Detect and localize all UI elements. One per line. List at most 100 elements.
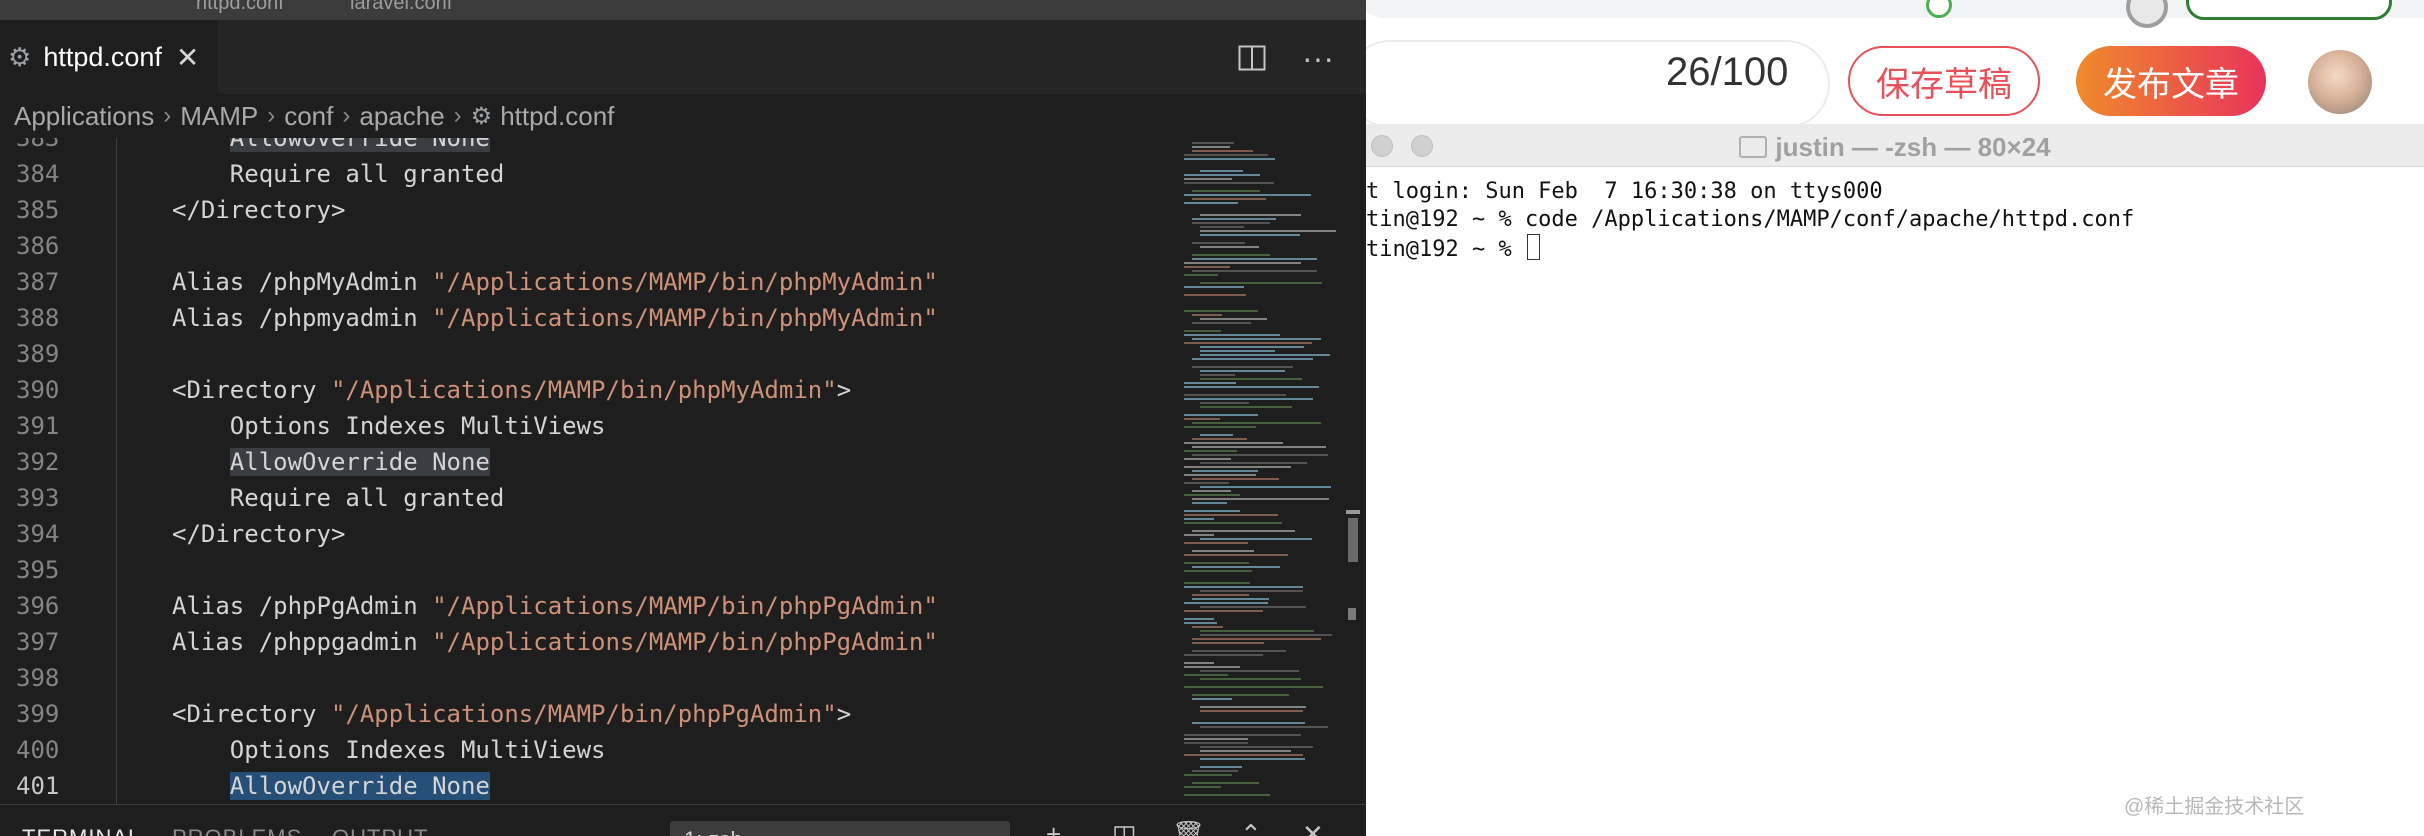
minimap-line <box>1192 454 1328 456</box>
minimap-line <box>1200 634 1332 636</box>
string-token: "/Applications/MAMP/bin/phpPgAdmin" <box>432 628 938 656</box>
chevron-right-icon: › <box>453 102 462 129</box>
minimap-line <box>1192 366 1293 368</box>
minimap-line <box>1200 370 1285 372</box>
publish-button[interactable]: 发布文章 <box>2076 46 2266 116</box>
code-line[interactable]: 383 AllowOverride None <box>0 138 1170 156</box>
minimap-line <box>1184 342 1312 344</box>
split-terminal-icon[interactable]: ◫ <box>1112 819 1137 836</box>
chevron-down-icon: ⌄ <box>981 825 998 836</box>
tab-problems[interactable]: PROBLEMS <box>172 825 302 836</box>
trash-icon[interactable]: 🗑 <box>1172 819 1205 836</box>
close-icon[interactable]: ✕ <box>1302 819 1324 836</box>
minimap-line <box>1192 254 1270 256</box>
code-line[interactable]: 390 <Directory "/Applications/MAMP/bin/ph… <box>0 372 1170 408</box>
breadcrumb-item[interactable]: conf <box>284 101 333 132</box>
terminal-line: tin@192 ~ % <box>1366 237 1525 262</box>
breadcrumb-item[interactable]: MAMP <box>180 101 258 132</box>
minimap-line <box>1200 378 1302 380</box>
minimap-line <box>1192 338 1321 340</box>
tab-httpd-conf[interactable]: ⚙ httpd.conf ✕ <box>0 20 218 94</box>
chevron-right-icon: › <box>163 102 172 129</box>
chevron-up-icon[interactable]: ⌃ <box>1240 819 1262 836</box>
code-line[interactable]: 388 Alias /phpmyadmin "/Applications/MAMP… <box>0 300 1170 336</box>
breadcrumb-item[interactable]: Applications <box>14 101 154 132</box>
browser-editor-header: 26/100 保存草稿 发布文章 <box>1366 0 2424 130</box>
minimap-line <box>1184 386 1319 388</box>
title-fragment: httpd.conf <box>196 0 284 14</box>
terminal-titlebar: justin — -zsh — 80×24 <box>1366 124 2424 167</box>
code-text: Options Indexes MultiViews <box>172 412 606 440</box>
code-token: Alias /phpPgAdmin <box>172 592 433 620</box>
close-icon[interactable]: ✕ <box>176 41 199 74</box>
code-line[interactable]: 385 </Directory> <box>0 192 1170 228</box>
minimap-line <box>1192 782 1259 784</box>
minimap-line <box>1184 294 1246 296</box>
tab-output[interactable]: OUTPUT <box>332 825 428 836</box>
terminal-line: tin@192 ~ % code /Applications/MAMP/conf… <box>1366 207 2135 232</box>
terminal-window[interactable]: justin — -zsh — 80×24 t login: Sun Feb 7… <box>1366 124 2424 836</box>
minimap-line <box>1200 402 1249 404</box>
profile-icon[interactable] <box>2126 0 2168 28</box>
minimap-line <box>1184 786 1221 788</box>
editor-scrollbar[interactable] <box>1340 138 1366 804</box>
code-line[interactable]: 392 AllowOverride None <box>0 444 1170 480</box>
more-actions-icon[interactable]: ··· <box>1298 38 1338 78</box>
avatar[interactable] <box>2308 50 2372 114</box>
minimap-line <box>1200 670 1299 672</box>
code-line[interactable]: 394 </Directory> <box>0 516 1170 552</box>
code-line[interactable]: 398 <box>0 660 1170 696</box>
terminal-prompt-line[interactable]: tin@192 ~ % <box>1366 234 1540 264</box>
minimap-line <box>1184 154 1268 156</box>
code-line[interactable]: 387 Alias /phpMyAdmin "/Applications/MAMP… <box>0 264 1170 300</box>
terminal-shell-select[interactable]: 1: zsh ⌄ <box>670 821 1010 836</box>
tab-terminal[interactable]: TERMINAL <box>22 825 141 836</box>
line-number: 394 <box>16 520 60 548</box>
code-line[interactable]: 384 Require all granted <box>0 156 1170 192</box>
code-editor[interactable]: 383 AllowOverride None 384 Require all gr… <box>0 138 1366 804</box>
minimap-line <box>1200 246 1259 248</box>
minimap-line <box>1184 586 1303 588</box>
minimap-line <box>1200 234 1300 236</box>
minimap-line <box>1200 214 1301 216</box>
minimap-line <box>1184 794 1270 796</box>
code-line[interactable]: 395 <box>0 552 1170 588</box>
code-token: Alias /phppgadmin <box>172 628 433 656</box>
breadcrumb-item[interactable]: apache <box>359 101 444 132</box>
minimap-line <box>1184 414 1258 416</box>
minimap-line <box>1184 178 1232 180</box>
code-line[interactable]: 393 Require all granted <box>0 480 1170 516</box>
minimap-line <box>1184 662 1214 664</box>
minimap-line <box>1192 142 1234 144</box>
code-line[interactable]: 386 <box>0 228 1170 264</box>
breadcrumb-item[interactable]: httpd.conf <box>500 101 614 132</box>
code-line[interactable]: 391 Options Indexes MultiViews <box>0 408 1170 444</box>
minimap-line <box>1184 562 1249 564</box>
minimap-line <box>1192 698 1232 700</box>
folder-icon <box>1739 136 1768 158</box>
code-line[interactable]: 396 Alias /phpPgAdmin "/Applications/MAMP… <box>0 588 1170 624</box>
code-line[interactable]: 389 <box>0 336 1170 372</box>
code-line[interactable]: 397 Alias /phppgadmin "/Applications/MAMP… <box>0 624 1170 660</box>
save-draft-button[interactable]: 保存草稿 <box>1848 46 2040 116</box>
code-line[interactable]: 401 AllowOverride None <box>0 768 1170 804</box>
title-word-count: 26/100 <box>1666 50 1789 94</box>
code-text: AllowOverride None <box>172 444 490 480</box>
minimap-line <box>1200 726 1328 728</box>
minimap-line <box>1192 770 1238 772</box>
string-token: "/Applications/MAMP/bin/phpMyAdmin" <box>432 268 938 296</box>
code-line[interactable]: 400 Options Indexes MultiViews <box>0 732 1170 768</box>
plus-icon[interactable]: + <box>1046 819 1061 836</box>
split-editor-icon[interactable] <box>1232 38 1272 78</box>
minimap-line <box>1192 422 1321 424</box>
line-number: 386 <box>16 232 60 260</box>
minimap[interactable] <box>1180 138 1340 804</box>
minimap-line <box>1184 570 1252 572</box>
minimap-line <box>1184 466 1291 468</box>
update-button[interactable] <box>2186 0 2392 20</box>
code-line[interactable]: 399 <Directory "/Applications/MAMP/bin/ph… <box>0 696 1170 732</box>
minimap-line <box>1184 398 1313 400</box>
line-number: 383 <box>16 138 60 152</box>
